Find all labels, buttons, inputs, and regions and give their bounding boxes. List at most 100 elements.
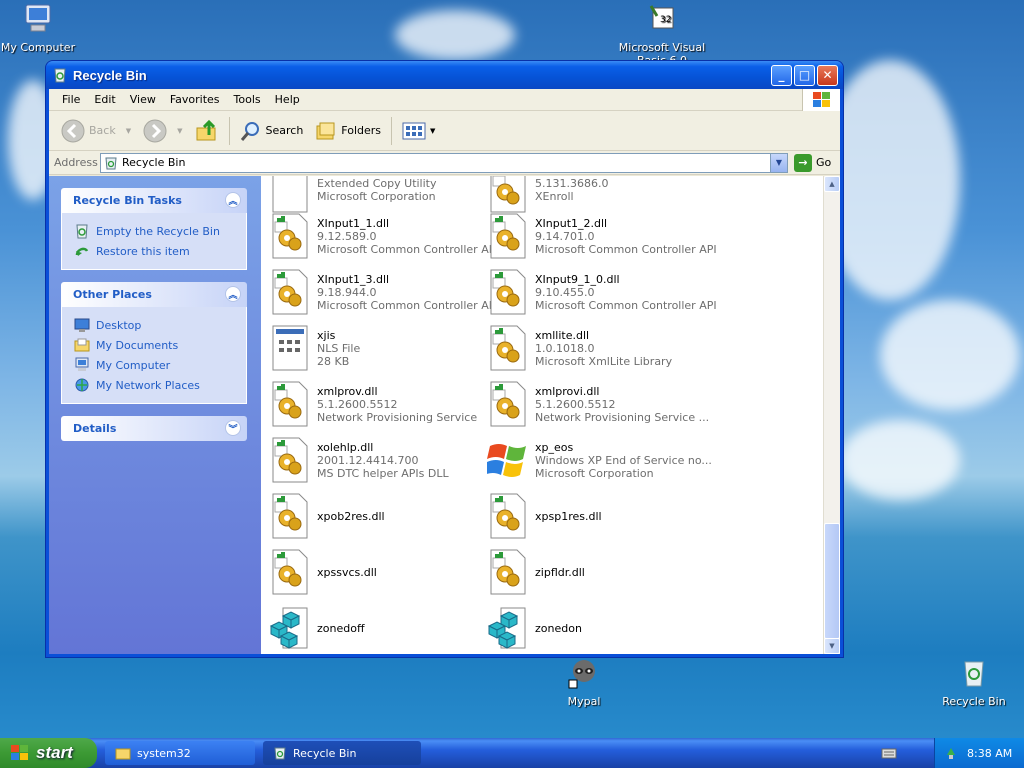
search-button[interactable]: Search [234, 120, 310, 142]
place-my-documents-link[interactable]: My Documents [74, 335, 246, 355]
file-name: xpssvcs.dll [317, 565, 377, 579]
taskbar-item-system32[interactable]: system32 [105, 741, 255, 765]
file-detail: 9.14.701.0 [535, 229, 595, 243]
recycle-bin-icon [105, 157, 117, 169]
file-item[interactable]: xolehlp.dll 2001.12.4414.700 MS DTC helper… [269, 432, 487, 488]
file-item[interactable]: zipfldr.dll [487, 544, 705, 600]
details-panel: Details ︾ [61, 416, 247, 441]
chevron-up-icon: ▲ [829, 180, 835, 188]
menu-favorites[interactable]: Favorites [163, 93, 227, 106]
minimize-button[interactable]: _ [771, 64, 792, 86]
desktop-icon-mypal[interactable]: Mypal [539, 656, 629, 708]
scroll-thumb[interactable] [824, 523, 840, 639]
file-detail: 5.131.3686.0 [535, 177, 609, 190]
dll-file-icon [490, 325, 526, 371]
views-button[interactable]: ▼ [396, 121, 441, 141]
start-button[interactable]: start [0, 738, 97, 768]
start-label: start [36, 743, 73, 762]
file-item[interactable]: xmllite.dll 1.0.1018.0 Microsoft XmlLite L… [487, 320, 705, 376]
file-detail: 9.12.589.0 [317, 229, 377, 243]
clock[interactable]: 8:38 AM [967, 747, 1012, 760]
taskbar-item-recycle-bin[interactable]: Recycle Bin [263, 741, 421, 765]
file-item[interactable]: XInput1_3.dll 9.18.944.0 Microsoft Common … [269, 264, 499, 320]
keyboard-icon[interactable] [881, 746, 897, 760]
place-desktop-link[interactable]: Desktop [74, 315, 246, 335]
panel-title: Details [73, 422, 117, 435]
raccoon-icon [568, 660, 595, 689]
file-item[interactable]: xpssvcs.dll [269, 544, 487, 600]
go-button[interactable]: → Go [794, 153, 831, 172]
window-title: Recycle Bin [73, 67, 147, 83]
dll-file-icon [272, 549, 308, 595]
collapse-chevron-icon[interactable]: ︽ [225, 192, 241, 208]
back-dropdown-icon[interactable]: ▼ [126, 127, 131, 135]
file-item[interactable]: zonedon [487, 600, 705, 654]
menu-tools[interactable]: Tools [227, 93, 268, 106]
file-item[interactable]: xpsp1res.dll [487, 488, 705, 544]
recycle-bin-icon [964, 661, 984, 687]
taskbar-item-label: system32 [137, 746, 191, 760]
windows-flag-icon [812, 91, 830, 107]
desktop-icon-visual-basic[interactable]: 32 Microsoft Visual Basic 6.0 [617, 2, 707, 60]
recycle-bin-icon [54, 68, 66, 83]
back-button[interactable]: Back ▼ [55, 119, 137, 143]
folder-icon [74, 338, 90, 352]
file-item[interactable]: XInput1_2.dll 9.14.701.0 Microsoft Common … [487, 208, 717, 264]
file-item[interactable]: XInput1_1.dll 9.12.589.0 Microsoft Common … [269, 208, 499, 264]
panel-header[interactable]: Details ︾ [61, 416, 247, 441]
menu-file[interactable]: File [55, 93, 87, 106]
address-value: Recycle Bin [122, 156, 186, 169]
safely-remove-hardware-icon[interactable] [943, 745, 959, 761]
scroll-up-button[interactable]: ▲ [824, 176, 840, 192]
title-bar[interactable]: Recycle Bin _ □ ✕ [46, 61, 843, 89]
up-folder-button[interactable] [189, 119, 225, 143]
scroll-down-button[interactable]: ▼ [824, 638, 840, 654]
place-my-computer-link[interactable]: My Computer [74, 355, 246, 375]
file-name: zonedoff [317, 621, 365, 635]
file-item[interactable]: zonedoff [269, 600, 487, 654]
forward-dropdown-icon[interactable]: ▼ [177, 127, 182, 135]
maximize-button[interactable]: □ [794, 64, 815, 86]
file-name: XInput9_1_0.dll [535, 272, 620, 286]
folders-button[interactable]: Folders [309, 120, 387, 142]
dll-file-icon [272, 381, 308, 427]
restore-item-link[interactable]: Restore this item [74, 241, 246, 261]
minimize-icon: _ [778, 68, 785, 82]
chevron-down-icon: ▼ [775, 158, 783, 167]
panel-title: Other Places [73, 288, 152, 301]
menu-help[interactable]: Help [268, 93, 307, 106]
menu-edit[interactable]: Edit [87, 93, 122, 106]
dll-file-icon [490, 213, 526, 259]
menu-view[interactable]: View [123, 93, 163, 106]
file-name: xp_eos [535, 440, 574, 454]
file-detail: XEnroll [535, 190, 574, 203]
address-dropdown-button[interactable]: ▼ [770, 153, 787, 172]
file-item[interactable]: xpob2res.dll [269, 488, 487, 544]
window-client: File Edit View Favorites Tools Help Back… [49, 88, 840, 654]
desktop-icon-recycle-bin[interactable]: Recycle Bin [929, 656, 1019, 708]
address-input[interactable]: Recycle Bin ▼ [100, 152, 788, 173]
desktop-icon-my-computer[interactable]: My Computer [0, 2, 83, 54]
file-detail: Microsoft Common Controller API [535, 298, 717, 312]
collapse-chevron-icon[interactable]: ︽ [225, 286, 241, 302]
place-my-network-places-link[interactable]: My Network Places [74, 375, 246, 395]
file-detail: 2001.12.4414.700 [317, 453, 419, 467]
back-label: Back [89, 124, 116, 137]
file-item[interactable]: XInput9_1_0.dll 9.10.455.0 Microsoft Commo… [487, 264, 717, 320]
empty-recycle-bin-link[interactable]: Empty the Recycle Bin [74, 221, 246, 241]
panel-header[interactable]: Recycle Bin Tasks ︽ [61, 188, 247, 213]
nls-file-icon [272, 325, 308, 371]
file-item[interactable]: xmlprov.dll 5.1.2600.5512 Network Provisio… [269, 376, 487, 432]
forward-button[interactable]: ▼ [137, 119, 188, 143]
file-name: xpob2res.dll [317, 509, 385, 523]
expand-chevron-icon[interactable]: ︾ [225, 420, 241, 436]
panel-header[interactable]: Other Places ︽ [61, 282, 247, 307]
back-arrow-icon [61, 119, 85, 142]
file-item[interactable]: xmlprovi.dll 5.1.2600.5512 Network Provisi… [487, 376, 709, 432]
vertical-scrollbar[interactable]: ▲ ▼ [823, 176, 840, 654]
close-button[interactable]: ✕ [817, 64, 838, 86]
file-item[interactable]: xp_eos Windows XP End of Service no... Mic… [487, 432, 712, 488]
file-detail: Microsoft XmlLite Library [535, 354, 673, 368]
file-item[interactable]: xjis NLS File 28 KB [269, 320, 487, 376]
forward-arrow-icon [143, 119, 167, 142]
